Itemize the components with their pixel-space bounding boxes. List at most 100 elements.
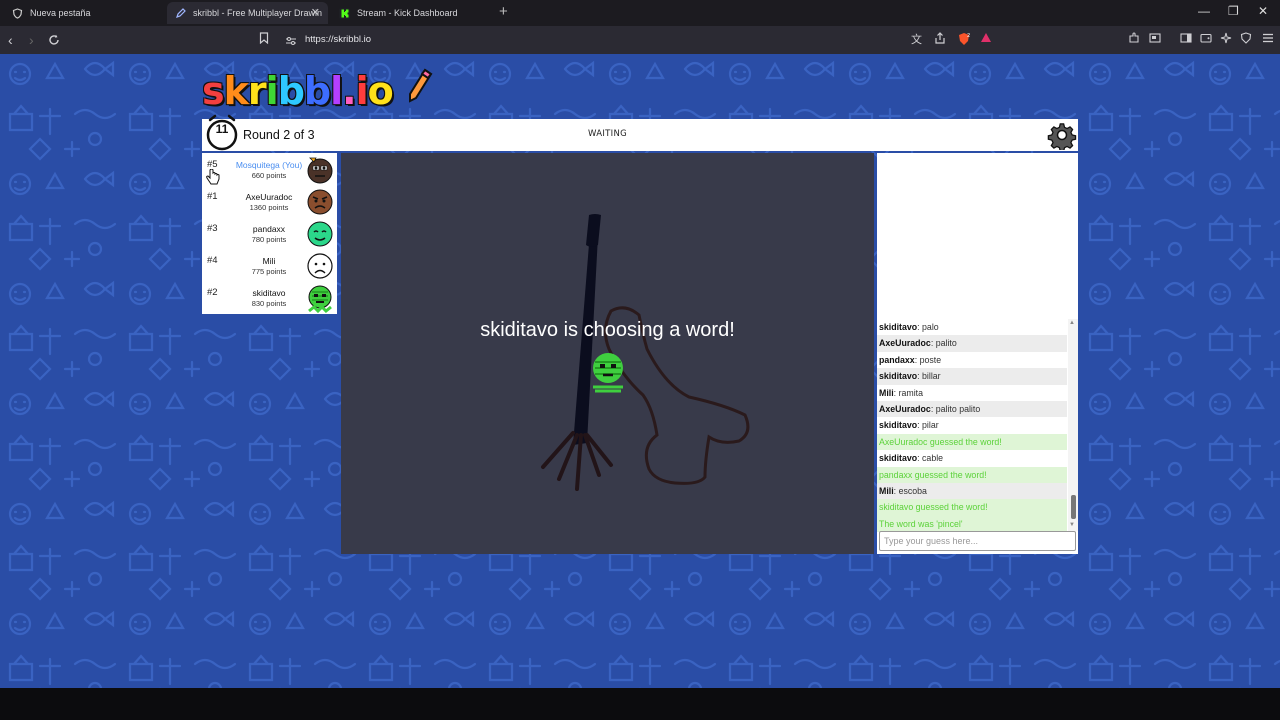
chat-guessed-message: AxeUuradoc guessed the word!	[877, 433, 1067, 451]
chat-text: palito palito	[935, 404, 981, 414]
scroll-down-icon[interactable]: ▼	[1069, 522, 1075, 528]
chat-user: skiditavo	[879, 371, 918, 382]
tab-view-icon[interactable]	[1149, 32, 1161, 48]
tab-skribbl[interactable]: skribbl - Free Multiplayer Drawin ✕	[167, 2, 328, 24]
scrollbar-thumb[interactable]	[1071, 495, 1076, 519]
player-points: 830 points	[251, 299, 287, 308]
rewards-triangle-icon[interactable]	[980, 32, 992, 48]
choosing-word-message: skiditavo is choosing a word!	[480, 319, 735, 341]
chat-panel: skiditavo: palo AxeUuradoc: palito panda…	[877, 319, 1078, 554]
tab-label: skribbl - Free Multiplayer Drawin	[193, 8, 323, 18]
share-icon[interactable]	[934, 32, 946, 48]
player-row[interactable]: #1 AxeUuradoc 1360 points	[202, 185, 337, 217]
drawing-canvas[interactable]: skiditavo is choosing a word!	[341, 153, 874, 554]
chat-text: cable	[922, 453, 944, 464]
tab-label: Stream - Kick Dashboard	[357, 8, 458, 18]
logo-pencil-icon	[408, 68, 433, 103]
logo-letter: b	[277, 69, 305, 113]
chat-message: Mili: escoba	[877, 483, 1067, 500]
chat-message: skiditavo: pilar	[879, 420, 939, 431]
logo-letter: k	[223, 69, 249, 113]
player-avatar	[307, 157, 333, 184]
player-rank: #2	[207, 287, 218, 298]
brave-shield-icon[interactable]: 2	[957, 32, 971, 50]
chat-message: pandaxx: poste	[879, 354, 942, 365]
tab-label: Nueva pestaña	[30, 8, 91, 18]
wallet-icon[interactable]	[1200, 32, 1212, 48]
game-status: WAITING	[588, 129, 628, 139]
svg-text:2: 2	[967, 33, 970, 39]
extensions-icon[interactable]	[1128, 32, 1140, 48]
player-avatar	[308, 285, 332, 313]
chat-text: escoba	[898, 486, 927, 496]
game-top-bar: 11 Round 2 of 3 WAITING	[202, 114, 1078, 151]
chat-user: skiditavo	[879, 322, 918, 332]
leo-ai-icon[interactable]	[1220, 32, 1232, 48]
back-arrow-icon[interactable]: ‹	[8, 31, 13, 49]
player-row[interactable]: #5 Mosquitega (You) 660 points	[202, 153, 337, 185]
player-points: 780 points	[251, 235, 287, 244]
chat-word-reveal-message: The word was 'pincel'	[877, 515, 1067, 533]
logo-letter: o	[367, 69, 394, 113]
chat-text: billar	[922, 371, 941, 382]
taskbar-strip	[0, 688, 1280, 720]
player-list: #5 Mosquitega (You) 660 points #1 AxeUur…	[202, 153, 337, 314]
player-name: Mili	[262, 256, 276, 266]
player-row[interactable]: #3 pandaxx 780 points	[202, 217, 337, 249]
shield-icon	[12, 7, 23, 19]
player-points: 660 points	[251, 171, 287, 180]
player-rank: #4	[207, 255, 218, 266]
close-tab-icon[interactable]: ✕	[311, 6, 320, 19]
player-row[interactable]: #4 Mili 775 points	[202, 249, 337, 281]
restore-button[interactable]: ❐	[1228, 4, 1239, 18]
tab-new-tab[interactable]: Nueva pestaña	[4, 2, 164, 24]
minimize-button[interactable]: —	[1198, 4, 1210, 18]
chat-message: AxeUuradoc: palito palito	[877, 401, 1067, 418]
player-name: pandaxx	[252, 224, 286, 234]
player-rank: #3	[207, 223, 218, 234]
chat-message: skiditavo: palo	[879, 322, 939, 332]
drawing-strokes	[541, 214, 750, 491]
chat-user: AxeUuradoc	[879, 338, 931, 349]
forward-arrow-icon[interactable]: ›	[29, 31, 34, 49]
browser-nav-bar: ‹ › https://skribbl.io 文 2	[0, 26, 1280, 54]
chat-text: palo	[922, 322, 939, 332]
site-info-icon[interactable]	[285, 34, 297, 50]
chat-text: palito	[935, 338, 957, 349]
logo-letter: s	[202, 69, 225, 113]
chat-guessed-message: skiditavo guessed the word!	[877, 499, 1067, 516]
chat-text: ramita	[898, 387, 924, 398]
settings-gear-icon[interactable]	[1047, 120, 1077, 150]
chat-scrollbar[interactable]: ▲ ▼	[1068, 319, 1078, 531]
chat-user: AxeUuradoc	[879, 404, 931, 414]
translate-icon[interactable]: 文	[911, 32, 922, 48]
logo-letter: i	[265, 69, 279, 113]
guess-input[interactable]	[879, 531, 1076, 551]
menu-icon[interactable]	[1262, 32, 1274, 48]
new-tab-button[interactable]: +	[499, 4, 508, 20]
player-points: 775 points	[251, 267, 287, 276]
kick-logo-icon	[339, 7, 350, 19]
scroll-up-icon[interactable]: ▲	[1069, 320, 1075, 326]
player-avatar	[307, 253, 333, 279]
chat-guessed-message: pandaxx guessed the word!	[877, 466, 1067, 483]
close-window-button[interactable]: ✕	[1258, 4, 1268, 18]
tab-kick-dashboard[interactable]: Stream - Kick Dashboard	[331, 2, 491, 24]
pencil-icon	[175, 7, 186, 19]
sidebar-icon[interactable]	[1180, 32, 1192, 48]
vpn-shield-icon[interactable]	[1240, 32, 1252, 48]
bookmark-icon[interactable]	[259, 32, 269, 48]
logo-letter: i	[355, 69, 369, 113]
logo-letter: b	[303, 69, 331, 113]
chat-user: skiditavo	[879, 453, 918, 464]
address-bar[interactable]: https://skribbl.io	[305, 34, 371, 45]
hand-cursor-icon	[206, 169, 220, 185]
player-avatar	[307, 189, 333, 215]
logo-letter: .	[342, 69, 356, 113]
browser-tab-bar: Nueva pestaña skribbl - Free Multiplayer…	[0, 0, 1280, 26]
chat-user: Mili	[879, 486, 894, 496]
chat-message: Mili: ramita	[879, 387, 924, 398]
reload-icon[interactable]	[48, 32, 60, 50]
player-row[interactable]: #2 skiditavo 830 points	[202, 281, 337, 313]
chat-text: pilar	[922, 420, 939, 431]
